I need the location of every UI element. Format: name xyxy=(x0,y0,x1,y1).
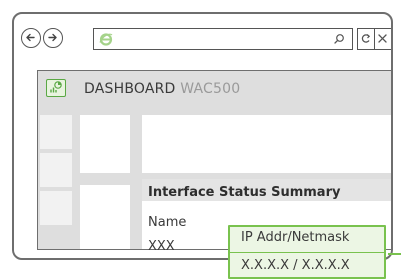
arrow-left-circle-icon xyxy=(26,33,35,42)
sidebar-tile[interactable] xyxy=(40,115,72,149)
arrow-right-circle-icon xyxy=(48,33,57,42)
dashboard-content: DASHBOARD WAC500 Interface Status Summar… xyxy=(37,70,391,254)
table-cell-ip: X.X.X.X / X.X.X.X xyxy=(241,258,350,273)
close-icon xyxy=(378,34,387,43)
forward-button[interactable] xyxy=(43,28,63,48)
widget-placeholder xyxy=(80,185,130,249)
sidebar-tile[interactable] xyxy=(40,153,72,187)
page-title-text: DASHBOARD xyxy=(84,81,176,97)
panel-title: Interface Status Summary xyxy=(148,185,341,200)
close-button[interactable] xyxy=(374,28,391,50)
back-button[interactable] xyxy=(21,28,41,48)
page-title: DASHBOARD WAC500 xyxy=(84,81,240,97)
highlighted-column: IP Addr/Netmask X.X.X.X / X.X.X.X xyxy=(228,225,386,279)
column-header-name: Name xyxy=(148,215,187,230)
address-bar[interactable] xyxy=(93,28,353,50)
sidebar-tile[interactable] xyxy=(40,191,72,225)
browser-toolbar xyxy=(14,14,391,62)
dashboard-icon[interactable] xyxy=(46,79,66,97)
highlight-divider xyxy=(230,252,384,253)
browser-e-icon xyxy=(99,33,113,46)
browser-window: DASHBOARD WAC500 Interface Status Summar… xyxy=(12,12,393,260)
refresh-button[interactable] xyxy=(357,28,375,50)
search-icon[interactable] xyxy=(332,32,346,46)
column-header-ip: IP Addr/Netmask xyxy=(241,230,350,245)
callout-connector xyxy=(388,253,401,255)
dashboard-chart-icon xyxy=(50,81,62,93)
widget-placeholder xyxy=(80,115,130,173)
refresh-icon xyxy=(361,34,371,43)
widget-placeholder xyxy=(142,115,391,173)
table-cell-name: XXX xyxy=(148,239,175,254)
device-model: WAC500 xyxy=(180,81,241,97)
